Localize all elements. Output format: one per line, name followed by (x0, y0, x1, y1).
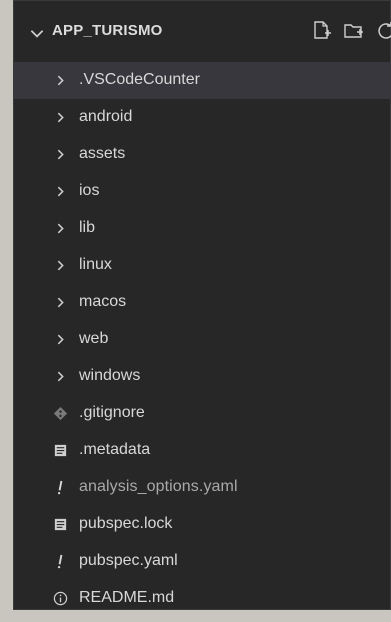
tree-file-pubspec-yaml[interactable]: pubspec.yaml (13, 543, 391, 580)
yaml-icon (57, 554, 63, 569)
tree-folder-assets[interactable]: assets (13, 136, 391, 173)
tree-file-analysis-options[interactable]: analysis_options.yaml (13, 469, 391, 506)
tree-folder-web[interactable]: web (13, 321, 391, 358)
tree-item-label: web (79, 330, 109, 347)
tree-folder-android[interactable]: android (13, 99, 391, 136)
chevron-right-icon (57, 75, 64, 86)
tree-item-label: pubspec.yaml (79, 552, 178, 569)
git-icon (53, 406, 68, 421)
tree-file-gitignore[interactable]: .gitignore (13, 395, 391, 432)
tree-item-label: lib (79, 219, 96, 236)
tree-item-label: pubspec.lock (79, 515, 173, 532)
new-file-icon[interactable] (311, 20, 333, 42)
tree-folder-macos[interactable]: macos (13, 284, 391, 321)
refresh-icon[interactable] (375, 20, 391, 42)
tree-item-label: assets (79, 145, 126, 162)
tree-folder-vscodecounter[interactable]: .VSCodeCounter (13, 62, 391, 99)
chevron-right-icon (57, 260, 64, 271)
tree-folder-linux[interactable]: linux (13, 247, 391, 284)
lock-file-icon (54, 518, 67, 531)
chevron-right-icon (57, 186, 64, 197)
tree-folder-windows[interactable]: windows (13, 358, 391, 395)
tree-file-readme[interactable]: README.md (13, 580, 391, 610)
chevron-down-icon[interactable] (28, 24, 46, 42)
tree-item-label: linux (79, 256, 112, 273)
tree-file-pubspec-lock[interactable]: pubspec.lock (13, 506, 391, 543)
tree-item-label: .gitignore (79, 404, 145, 421)
tree-item-label: .VSCodeCounter (79, 71, 200, 88)
chevron-right-icon (57, 223, 64, 234)
metadata-icon (54, 444, 67, 457)
explorer-panel: APP_TURISMO .VSCodeCounter android asset… (13, 0, 391, 610)
tree-item-label: analysis_options.yaml (79, 478, 238, 495)
file-tree: .VSCodeCounter android assets ios lib li… (13, 62, 391, 610)
explorer-title: APP_TURISMO (52, 22, 163, 39)
chevron-right-icon (57, 149, 64, 160)
chevron-right-icon (57, 334, 64, 345)
chevron-right-icon (57, 371, 64, 382)
chevron-right-icon (57, 297, 64, 308)
new-folder-icon[interactable] (343, 20, 365, 42)
tree-item-label: android (79, 108, 133, 125)
chevron-right-icon (57, 112, 64, 123)
tree-folder-ios[interactable]: ios (13, 173, 391, 210)
tree-item-label: ios (79, 182, 100, 199)
explorer-header[interactable]: APP_TURISMO (13, 0, 391, 62)
explorer-actions (311, 20, 391, 42)
tree-item-label: README.md (79, 589, 175, 606)
yaml-icon (57, 480, 63, 495)
tree-file-metadata[interactable]: .metadata (13, 432, 391, 469)
info-icon (53, 591, 68, 606)
tree-folder-lib[interactable]: lib (13, 210, 391, 247)
tree-item-label: macos (79, 293, 127, 310)
tree-item-label: .metadata (79, 441, 151, 458)
tree-item-label: windows (79, 367, 141, 384)
